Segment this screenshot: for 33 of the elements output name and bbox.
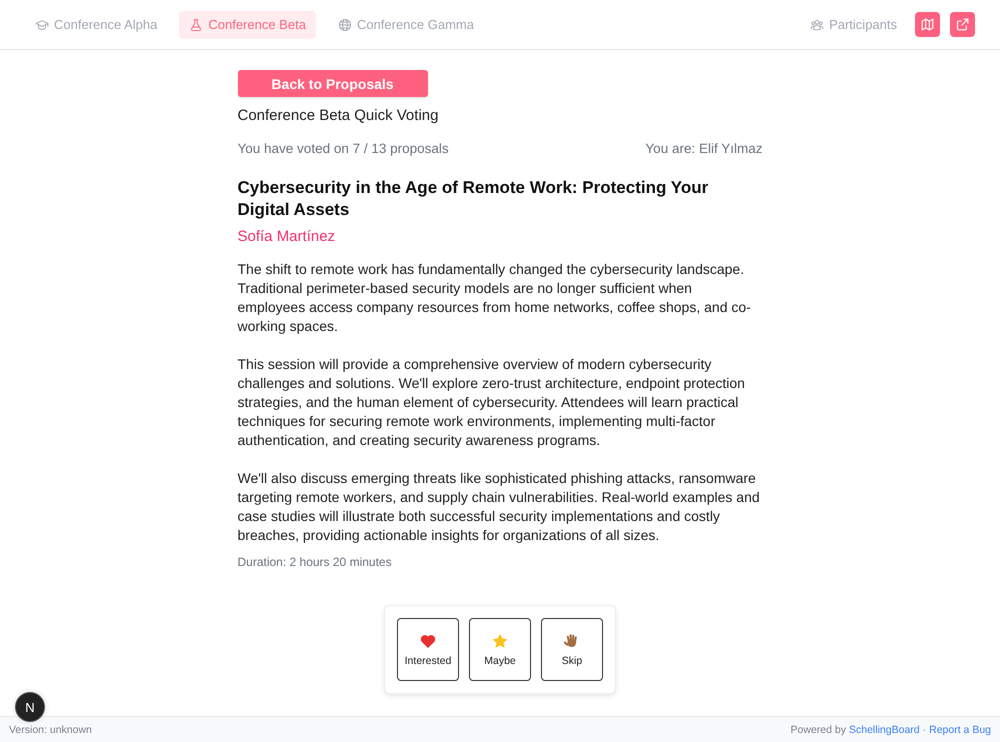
dev-tools-badge[interactable]: N xyxy=(15,692,45,722)
duration-text: Duration: 2 hours 20 minutes xyxy=(238,554,393,571)
powered-by-text: Powered by xyxy=(790,724,846,736)
proposal-title: Cybersecurity in the Age of Remote Work: Protecting Your Digital Assets xyxy=(238,177,710,221)
map-icon xyxy=(920,17,935,32)
vote-button[interactable]: Interested xyxy=(397,618,459,681)
vote-button[interactable]: Maybe xyxy=(469,618,531,681)
speaker-name: Sofía Martínez xyxy=(238,227,336,247)
report-bug-link[interactable]: Report a Bug xyxy=(929,724,991,736)
people-icon xyxy=(810,18,824,32)
external-link-icon xyxy=(955,17,970,32)
description-paragraph: We'll also discuss emerging threats like sophisticated phishing attacks, ransomware targeting remote workers, and supply chain vulnerabilities. Real-world examples and case studies will illustrate both successful security implementations and costly breaches, providing actionable insights for organizations of all sizes. xyxy=(238,469,761,545)
current-user-text: You are: Elif Yılmaz xyxy=(645,140,762,158)
separator-text: · xyxy=(922,724,926,736)
external-link-button[interactable] xyxy=(950,12,975,37)
description-paragraph: This session will provide a comprehensive overview of modern cybersecurity challenges and solutions. We'll explore zero-trust architecture, endpoint protection strategies, and the human element of cybersecurity. Attendees will learn practical techniques for securing remote work environments, implementing multi-factor authentication, and creating security awareness programs. xyxy=(238,355,746,450)
back-to-proposals-button[interactable]: Back to Proposals xyxy=(238,70,428,97)
vote-button[interactable]: Skip xyxy=(541,618,603,681)
version-text: Version: unknown xyxy=(9,724,92,736)
participants-link[interactable]: Participants xyxy=(810,17,897,32)
map-button[interactable] xyxy=(915,12,940,37)
conference-tab[interactable]: Conference Beta xyxy=(179,10,316,38)
flask-icon xyxy=(189,18,204,32)
heart-icon xyxy=(420,632,436,648)
conference-tab[interactable]: Conference Gamma xyxy=(328,10,484,38)
voting-progress-text: You have voted on 7 / 13 proposals xyxy=(238,140,449,158)
graduation-cap-icon xyxy=(35,18,49,32)
description-paragraph: The shift to remote work has fundamentally changed the cybersecurity landscape. Traditional perimeter-based security models are no longer sufficient when employees access company resources from home networks, coffee shops, and co-working spaces. xyxy=(238,260,752,336)
page-heading: Conference Beta Quick Voting xyxy=(238,106,440,126)
conference-tab[interactable]: Conference Alpha xyxy=(25,10,168,38)
globe-icon xyxy=(338,18,352,32)
star-icon xyxy=(492,632,508,648)
schellingboard-link[interactable]: SchellingBoard xyxy=(848,724,920,736)
